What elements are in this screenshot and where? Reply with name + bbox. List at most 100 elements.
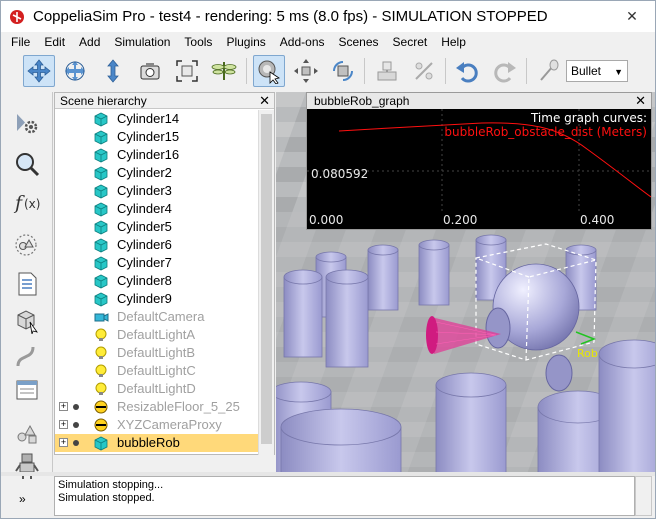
undo-button[interactable] xyxy=(451,55,483,87)
hierarchy-item-label: XYZCameraProxy xyxy=(117,417,222,432)
close-hierarchy-button[interactable]: ✕ xyxy=(259,93,270,109)
shape-icon xyxy=(93,255,109,271)
path-icon xyxy=(16,346,35,367)
hierarchy-item[interactable]: + bubbleRob xyxy=(55,434,259,452)
camera-pan-button[interactable] xyxy=(23,55,55,87)
menu-plugins[interactable]: Plugins xyxy=(226,35,265,49)
shape-icon xyxy=(93,201,109,217)
scene-hierarchy-title: Scene hierarchy xyxy=(60,94,147,108)
menu-add[interactable]: Add xyxy=(79,35,100,49)
light-icon xyxy=(93,381,109,397)
hierarchy-item-label: Cylinder3 xyxy=(117,183,172,198)
path-button[interactable] xyxy=(11,340,43,372)
object-shift-icon xyxy=(294,59,318,83)
zoom-camera-icon xyxy=(107,59,119,83)
object-rotate-icon xyxy=(333,61,353,81)
graph-header-text: Time graph curves: xyxy=(530,111,647,125)
graph-x-tick: 0.200 xyxy=(443,213,477,227)
menu-simulation[interactable]: Simulation xyxy=(114,35,170,49)
object-rotate-button[interactable] xyxy=(327,55,359,87)
camera-rotate-button[interactable] xyxy=(59,55,91,87)
fit-view-icon xyxy=(176,60,198,82)
menu-file[interactable]: File xyxy=(11,35,30,49)
hierarchy-item[interactable]: DefaultLightA xyxy=(55,326,259,344)
toolbar-separator xyxy=(445,58,446,84)
menu-secret[interactable]: Secret xyxy=(393,35,428,49)
menu-edit[interactable]: Edit xyxy=(44,35,65,49)
camera-angle-button[interactable] xyxy=(134,55,166,87)
transfer-dna-icon xyxy=(415,62,433,80)
scrollbar-thumb[interactable] xyxy=(261,114,272,444)
hierarchy-item[interactable]: Cylinder14 xyxy=(55,110,259,128)
scene-objects-button[interactable] xyxy=(11,416,43,448)
hierarchy-item-label: Cylinder8 xyxy=(117,273,172,288)
shape-icon xyxy=(93,111,109,127)
hierarchy-item[interactable]: + XYZCameraProxy xyxy=(55,416,259,434)
script-button[interactable]: f (x) xyxy=(11,186,43,218)
user-settings-button[interactable] xyxy=(11,374,43,406)
expand-icon[interactable]: + xyxy=(59,438,68,447)
graph-curve-label: bubbleRob_obstacle_dist (Meters) xyxy=(444,125,647,139)
visibility-dot-icon xyxy=(73,404,79,410)
coppeliasim-logo-icon xyxy=(10,10,24,24)
graph-window[interactable]: bubbleRob_graph ✕ Time graph curves: bub… xyxy=(306,92,652,230)
model-browser-button[interactable] xyxy=(11,304,43,336)
menu-addons[interactable]: Add-ons xyxy=(280,35,325,49)
fly-mode-button[interactable] xyxy=(208,55,240,87)
hierarchy-item-label: Cylinder16 xyxy=(117,147,180,162)
hierarchy-item-label: bubbleRob xyxy=(117,435,180,450)
menu-scenes[interactable]: Scenes xyxy=(339,35,379,49)
object-shift-button[interactable] xyxy=(290,55,322,87)
hierarchy-item[interactable]: Cylinder4 xyxy=(55,200,259,218)
console-scrollbar[interactable] xyxy=(635,476,652,516)
hierarchy-item[interactable]: DefaultLightC xyxy=(55,362,259,380)
move-camera-icon xyxy=(27,59,51,83)
hierarchy-item[interactable]: DefaultLightB xyxy=(55,344,259,362)
hierarchy-item[interactable]: DefaultLightD xyxy=(55,380,259,398)
menu-help[interactable]: Help xyxy=(441,35,466,49)
hierarchy-item[interactable]: Cylinder6 xyxy=(55,236,259,254)
hierarchy-item[interactable]: Cylinder8 xyxy=(55,272,259,290)
click-select-button[interactable] xyxy=(253,55,285,87)
scene-hierarchy-panel: Scene hierarchy ✕ Cylinder14 Cylinder15 Cy… xyxy=(54,92,275,455)
redo-icon xyxy=(494,62,516,83)
expand-icon[interactable]: + xyxy=(59,420,68,429)
toolbar xyxy=(1,52,655,90)
model-browser-icon xyxy=(17,310,38,334)
page-button[interactable] xyxy=(11,268,43,300)
transfer-dna-button[interactable] xyxy=(408,55,440,87)
collections-button[interactable] xyxy=(11,228,43,260)
hierarchy-item[interactable]: Cylinder5 xyxy=(55,218,259,236)
undo-icon xyxy=(456,62,478,83)
hierarchy-item[interactable]: + ResizableFloor_5_25 xyxy=(55,398,259,416)
camera-zoom-button[interactable] xyxy=(97,55,129,87)
expand-icon[interactable]: + xyxy=(59,402,68,411)
hierarchy-item[interactable]: Cylinder2 xyxy=(55,164,259,182)
graph-plot: Time graph curves: bubbleRob_obstacle_di… xyxy=(307,109,651,229)
redo-button[interactable] xyxy=(489,55,521,87)
click-select-icon xyxy=(258,60,280,84)
model-icon xyxy=(93,417,109,433)
hierarchy-item[interactable]: Cylinder7 xyxy=(55,254,259,272)
hierarchy-item[interactable]: Cylinder9 xyxy=(55,290,259,308)
hierarchy-scrollbar[interactable] xyxy=(258,110,274,455)
menu-tools[interactable]: Tools xyxy=(184,35,212,49)
close-graph-button[interactable]: ✕ xyxy=(635,93,646,109)
assemble-button[interactable] xyxy=(371,55,403,87)
chevron-down-icon[interactable]: » xyxy=(19,492,26,506)
fit-to-view-button[interactable] xyxy=(171,55,203,87)
shape-icon xyxy=(93,237,109,253)
left-toolbar-overflow[interactable]: » xyxy=(1,476,53,516)
physics-engine-select[interactable]: Bullet ▼ xyxy=(566,60,628,82)
simulation-settings-button[interactable] xyxy=(11,107,43,139)
hierarchy-item[interactable]: Cylinder16 xyxy=(55,146,259,164)
dynamics-toggle-icon xyxy=(540,59,559,81)
hierarchy-item[interactable]: DefaultCamera xyxy=(55,308,259,326)
hierarchy-item[interactable]: Cylinder3 xyxy=(55,182,259,200)
close-window-button[interactable]: ✕ xyxy=(609,1,655,31)
dynamics-toggle-button[interactable] xyxy=(532,55,564,87)
hierarchy-item-label: Cylinder14 xyxy=(117,111,180,126)
hierarchy-item[interactable]: Cylinder15 xyxy=(55,128,259,146)
shape-icon xyxy=(93,147,109,163)
selection-button[interactable] xyxy=(11,148,43,180)
